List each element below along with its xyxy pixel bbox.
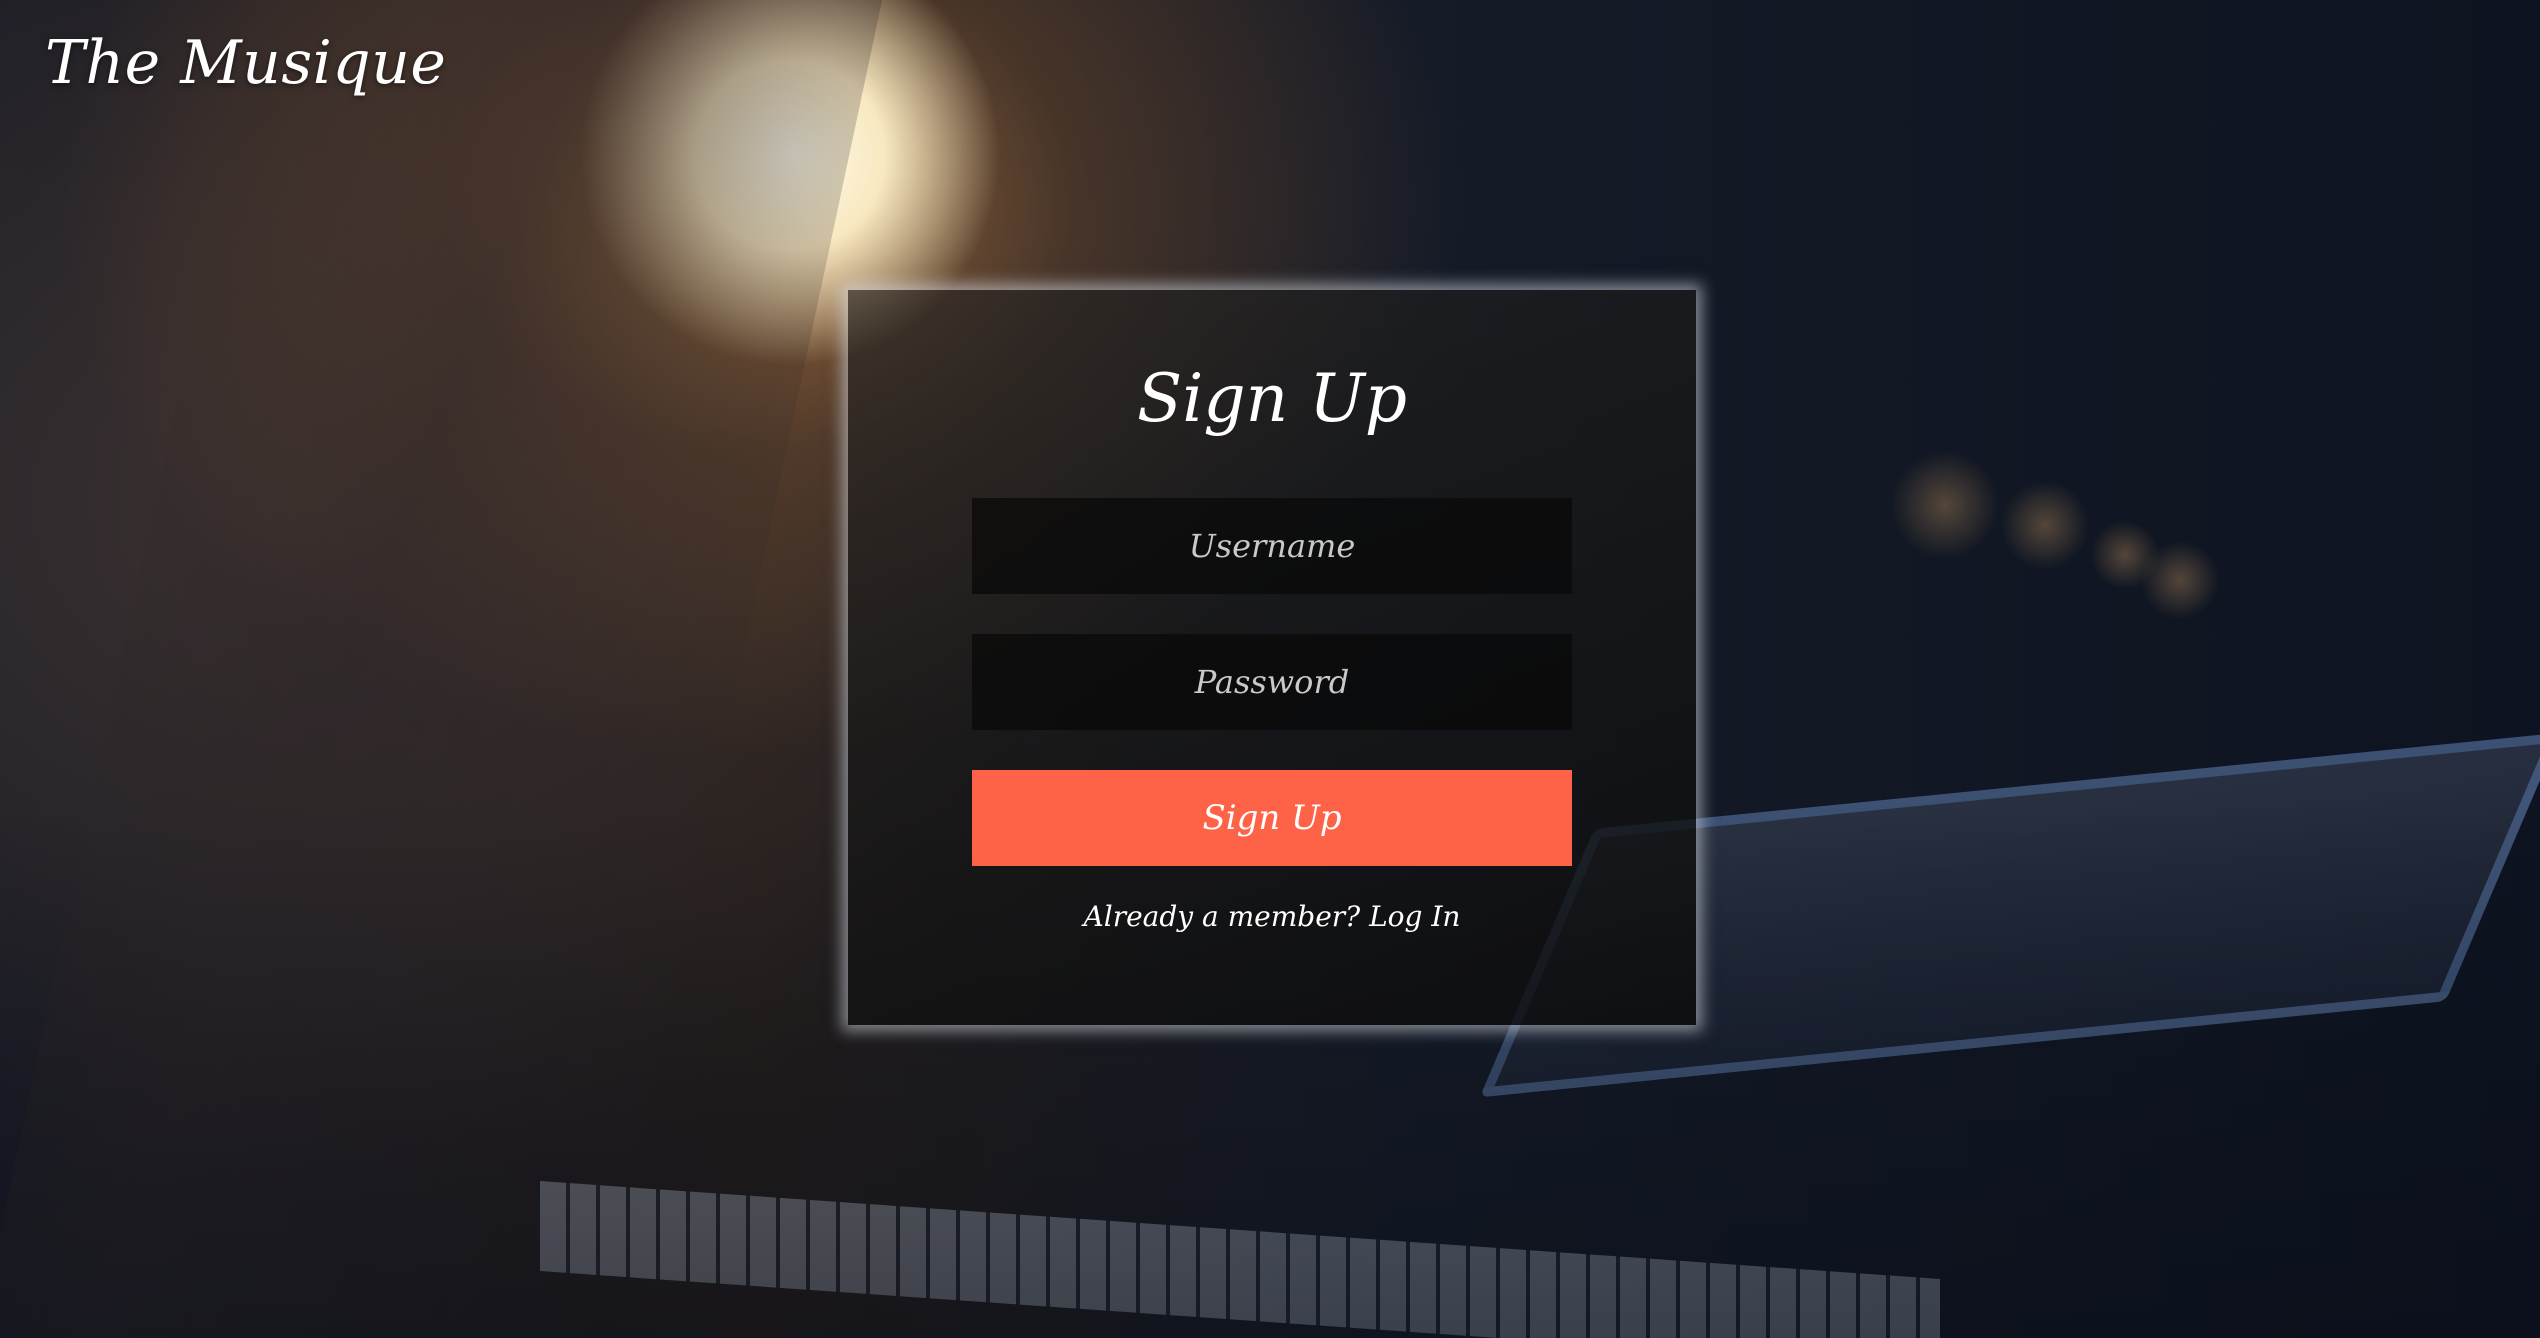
signup-card: Sign Up Sign Up Already a member? Log In bbox=[848, 290, 1696, 1025]
password-input[interactable] bbox=[972, 634, 1572, 730]
login-link[interactable]: Log In bbox=[1369, 900, 1460, 933]
signup-button[interactable]: Sign Up bbox=[972, 770, 1572, 866]
login-prompt: Already a member? Log In bbox=[848, 900, 1696, 933]
username-input[interactable] bbox=[972, 498, 1572, 594]
member-prompt-text: Already a member? bbox=[1083, 900, 1361, 933]
signup-title: Sign Up bbox=[1137, 360, 1407, 437]
brand-logo[interactable]: The Musique bbox=[45, 28, 446, 98]
